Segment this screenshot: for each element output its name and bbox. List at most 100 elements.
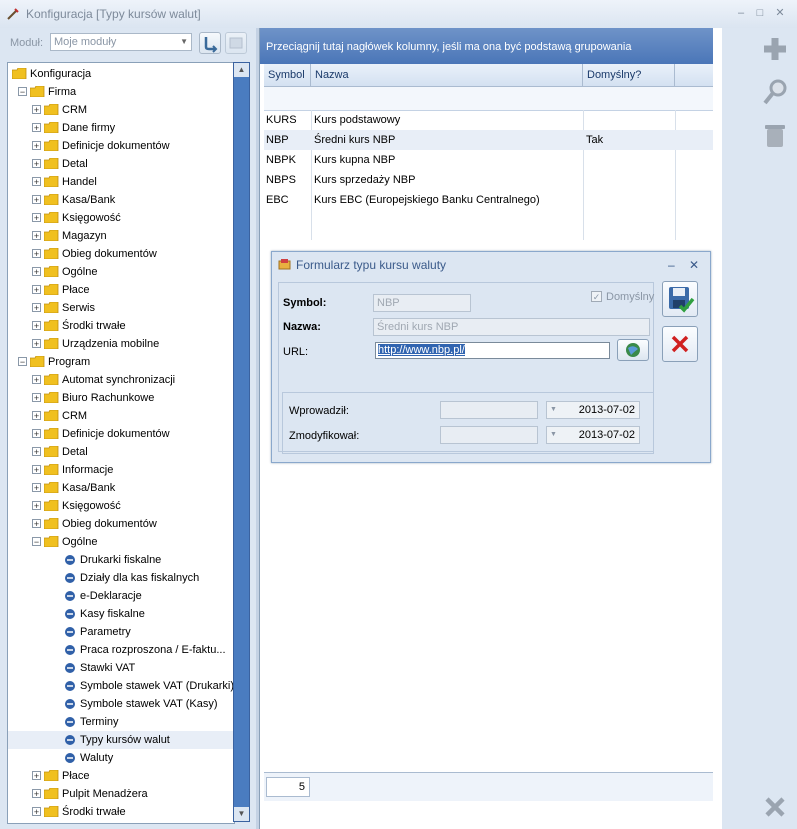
table-row[interactable]: NBPS Kurs sprzedaży NBP	[264, 170, 713, 190]
symbol-field[interactable]: NBP	[373, 294, 471, 312]
tree-leaf[interactable]: Symbole stawek VAT (Drukarki)	[8, 677, 234, 695]
tree-folder[interactable]: + Kasa/Bank	[8, 191, 234, 209]
expand-icon[interactable]: +	[32, 141, 41, 151]
scroll-down-icon[interactable]: ▼	[234, 807, 249, 821]
minimize-button[interactable]: –	[733, 6, 749, 20]
expand-icon[interactable]: +	[32, 339, 41, 349]
tree-folder[interactable]: + Magazyn	[8, 227, 234, 245]
expand-icon[interactable]: +	[32, 771, 41, 781]
tree-leaf[interactable]: Stawki VAT	[8, 659, 234, 677]
expand-icon[interactable]: +	[32, 429, 41, 439]
edit-button[interactable]	[758, 76, 792, 110]
entered-by-field[interactable]	[440, 401, 538, 419]
tree-scrollbar[interactable]: ▲ ▼	[233, 62, 250, 822]
tree-folder[interactable]: + Księgowość	[8, 497, 234, 515]
tree-folder[interactable]: + Obieg dokumentów	[8, 515, 234, 533]
filter-row[interactable]	[264, 87, 713, 111]
tree-folder[interactable]: + Środki trwałe	[8, 803, 234, 821]
column-header-symbol[interactable]: Symbol	[264, 64, 311, 86]
expand-icon[interactable]: +	[32, 321, 41, 331]
tree-folder[interactable]: + Definicje dokumentów	[8, 425, 234, 443]
tree-leaf[interactable]: Kasy fiskalne	[8, 605, 234, 623]
tree-folder[interactable]: + Ogólne	[8, 263, 234, 281]
maximize-button[interactable]: □	[752, 6, 768, 20]
table-row[interactable]: NBP Średni kurs NBP Tak	[264, 130, 713, 150]
table-row[interactable]: NBPK Kurs kupna NBP	[264, 150, 713, 170]
modified-date-field[interactable]: ▼ 2013-07-02	[546, 426, 640, 444]
expand-icon[interactable]: +	[32, 123, 41, 133]
expand-icon[interactable]: +	[32, 285, 41, 295]
tree-folder[interactable]: + Dane firmy	[8, 119, 234, 137]
collapse-icon[interactable]: −	[18, 357, 27, 367]
tree-folder[interactable]: − Program	[8, 353, 234, 371]
close-window-button[interactable]: ✕	[772, 6, 788, 20]
expand-icon[interactable]: +	[32, 519, 41, 529]
close-button[interactable]	[758, 790, 792, 824]
tree-folder[interactable]: + Środki trwałe	[8, 317, 234, 335]
dialog-minimize-button[interactable]: –	[668, 258, 675, 272]
tree-folder[interactable]: + Informacje	[8, 461, 234, 479]
tree-leaf[interactable]: Symbole stawek VAT (Kasy)	[8, 695, 234, 713]
expand-icon[interactable]: +	[32, 231, 41, 241]
table-row[interactable]: EBC Kurs EBC (Europejskiego Banku Central…	[264, 190, 713, 210]
tree-folder[interactable]: + Biuro Rachunkowe	[8, 389, 234, 407]
tree-leaf[interactable]: Działy dla kas fiskalnych	[8, 569, 234, 587]
expand-icon[interactable]: +	[32, 303, 41, 313]
configuration-tree[interactable]: Konfiguracja − Firma + CRM + Dane firmy + Defini…	[7, 62, 235, 824]
delete-button[interactable]	[758, 119, 792, 153]
expand-icon[interactable]: +	[32, 177, 41, 187]
tree-folder[interactable]: + Kasa/Bank	[8, 479, 234, 497]
collapse-icon[interactable]: −	[18, 87, 27, 97]
expand-icon[interactable]: +	[32, 447, 41, 457]
tree-folder[interactable]: + Automat synchronizacji	[8, 371, 234, 389]
scroll-up-icon[interactable]: ▲	[234, 63, 249, 77]
dialog-close-button[interactable]: ✕	[689, 258, 699, 272]
tree-folder[interactable]: + Płace	[8, 767, 234, 785]
open-url-button[interactable]	[617, 339, 649, 361]
expand-icon[interactable]: +	[32, 807, 41, 817]
tree-folder[interactable]: + Detal	[8, 155, 234, 173]
tree-folder[interactable]: − Firma	[8, 83, 234, 101]
modified-by-field[interactable]	[440, 426, 538, 444]
nazwa-field[interactable]: Średni kurs NBP	[373, 318, 650, 336]
tree-leaf[interactable]: Drukarki fiskalne	[8, 551, 234, 569]
expand-icon[interactable]: +	[32, 105, 41, 115]
expand-icon[interactable]: +	[32, 249, 41, 259]
tree-folder[interactable]: + Płace	[8, 281, 234, 299]
tree-leaf[interactable]: Typy kursów walut	[8, 731, 234, 749]
module-select[interactable]: Moje moduły ▼	[50, 33, 192, 51]
tree-folder[interactable]: + Handel	[8, 173, 234, 191]
group-by-bar[interactable]: Przeciągnij tutaj nagłówek kolumny, jeśl…	[260, 28, 713, 64]
tree-leaf[interactable]: Terminy	[8, 713, 234, 731]
collapse-icon[interactable]: −	[32, 537, 41, 547]
refresh-button[interactable]	[199, 32, 221, 54]
expand-icon[interactable]: +	[32, 483, 41, 493]
tree-folder[interactable]: + Urządzenia mobilne	[8, 335, 234, 353]
tree-folder[interactable]: + CRM	[8, 407, 234, 425]
tree-folder[interactable]: + CRM	[8, 101, 234, 119]
tree-folder[interactable]: − Ogólne	[8, 533, 234, 551]
expand-icon[interactable]: +	[32, 195, 41, 205]
column-header-domyslny[interactable]: Domyślny?	[583, 64, 675, 86]
expand-icon[interactable]: +	[32, 267, 41, 277]
tree-folder[interactable]: Konfiguracja	[8, 65, 234, 83]
tree-leaf[interactable]: Waluty	[8, 749, 234, 767]
expand-icon[interactable]: +	[32, 465, 41, 475]
tree-leaf[interactable]: e-Deklaracje	[8, 587, 234, 605]
expand-icon[interactable]: +	[32, 213, 41, 223]
column-header-nazwa[interactable]: Nazwa	[311, 64, 583, 86]
expand-icon[interactable]: +	[32, 159, 41, 169]
tree-folder[interactable]: + Obieg dokumentów	[8, 245, 234, 263]
tree-folder[interactable]: + Detal	[8, 443, 234, 461]
add-button[interactable]	[758, 32, 792, 66]
expand-icon[interactable]: +	[32, 411, 41, 421]
tree-folder[interactable]: + Serwis	[8, 299, 234, 317]
tree-folder[interactable]: + Pulpit Menadżera	[8, 785, 234, 803]
default-checkbox[interactable]: ✓	[591, 291, 602, 302]
expand-icon[interactable]: +	[32, 393, 41, 403]
tree-folder[interactable]: + Definicje dokumentów	[8, 137, 234, 155]
entered-date-field[interactable]: ▼ 2013-07-02	[546, 401, 640, 419]
cancel-button[interactable]	[662, 326, 698, 362]
expand-icon[interactable]: +	[32, 789, 41, 799]
tree-leaf[interactable]: Parametry	[8, 623, 234, 641]
